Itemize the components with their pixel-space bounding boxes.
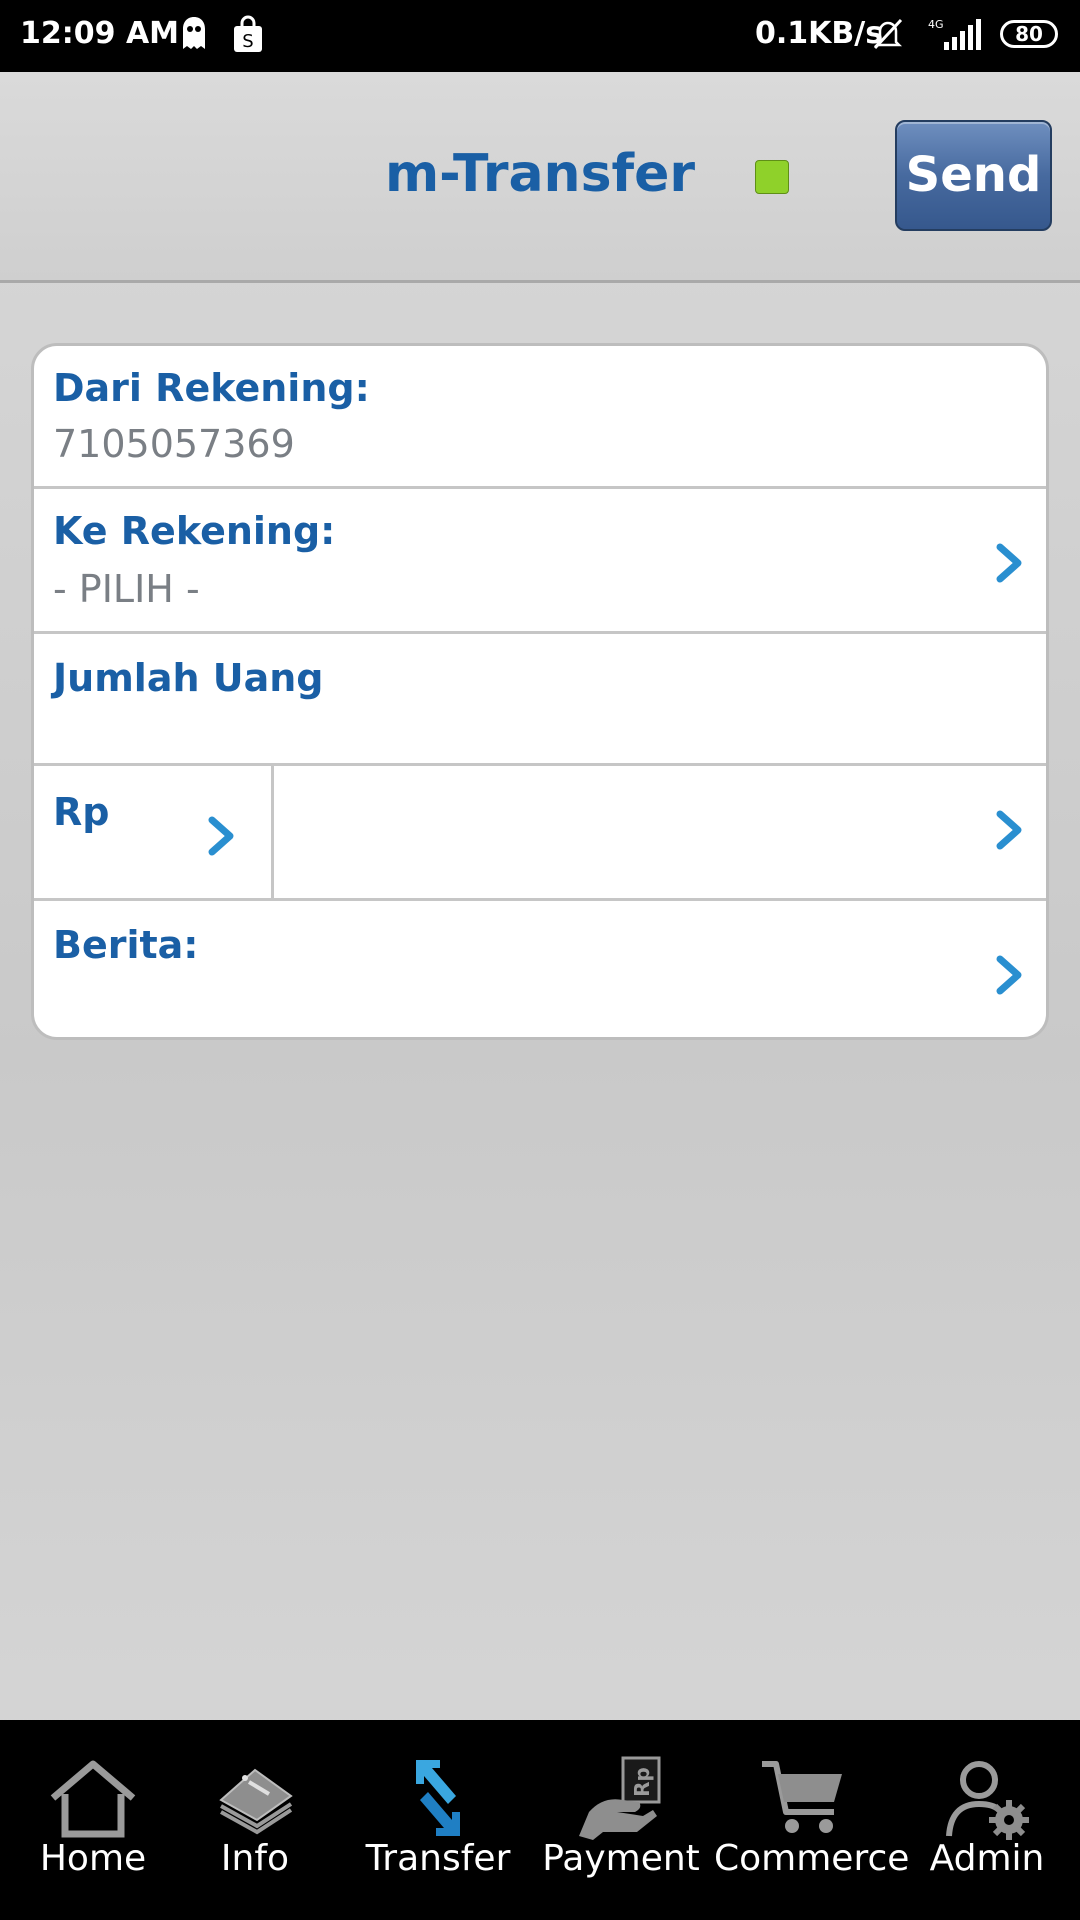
transfer-icon bbox=[416, 1760, 460, 1836]
send-button[interactable]: Send bbox=[895, 120, 1052, 231]
nav-transfer[interactable]: Transfer bbox=[348, 1720, 528, 1920]
svg-text:S: S bbox=[242, 31, 253, 52]
cart-icon bbox=[762, 1761, 842, 1833]
svg-text:4G: 4G bbox=[928, 18, 944, 31]
nav-commerce-label: Commerce bbox=[714, 1838, 910, 1879]
to-account-label: Ke Rekening: bbox=[53, 509, 336, 553]
nav-home-label: Home bbox=[39, 1838, 147, 1879]
nav-payment-label: Payment bbox=[542, 1838, 700, 1879]
to-account-row[interactable]: Ke Rekening: - PILIH - bbox=[34, 489, 1046, 634]
app-header: m-Transfer Send bbox=[0, 72, 1080, 283]
connection-status-indicator bbox=[755, 160, 789, 194]
chevron-right-icon bbox=[996, 543, 1022, 583]
currency-label: Rp bbox=[53, 790, 110, 834]
nav-home[interactable]: Home bbox=[3, 1720, 183, 1920]
nav-payment[interactable]: Rp Payment bbox=[531, 1720, 711, 1920]
nav-info[interactable]: Info bbox=[165, 1720, 345, 1920]
chevron-right-icon bbox=[996, 955, 1022, 995]
amount-header-row: Jumlah Uang bbox=[34, 634, 1046, 766]
message-label: Berita: bbox=[53, 923, 199, 967]
chevron-right-icon bbox=[996, 810, 1022, 850]
battery-level: 80 bbox=[1015, 22, 1043, 46]
from-account-row: Dari Rekening: 7105057369 bbox=[34, 346, 1046, 489]
status-time: 12:09 AM bbox=[20, 16, 180, 51]
nav-commerce[interactable]: Commerce bbox=[714, 1720, 910, 1920]
from-account-value: 7105057369 bbox=[53, 422, 295, 466]
amount-input[interactable] bbox=[274, 766, 1046, 898]
to-account-value: - PILIH - bbox=[53, 567, 200, 611]
amount-row: Rp bbox=[34, 766, 1046, 901]
info-icon bbox=[219, 1768, 293, 1835]
nav-info-label: Info bbox=[220, 1838, 290, 1879]
message-row[interactable]: Berita: bbox=[34, 901, 1046, 1037]
from-account-label: Dari Rekening: bbox=[53, 366, 370, 410]
admin-icon bbox=[946, 1761, 1029, 1840]
bottom-nav: Home Info Transfer Rp Payment Commerce A… bbox=[0, 1720, 1080, 1920]
shopping-bag-icon: S bbox=[234, 15, 262, 52]
svg-text:Rp: Rp bbox=[630, 1767, 654, 1797]
ghost-notification-icon bbox=[183, 17, 205, 49]
net-speed: 0.1KB/s bbox=[755, 16, 884, 51]
chevron-right-icon bbox=[208, 816, 234, 856]
nav-admin[interactable]: Admin bbox=[897, 1720, 1077, 1920]
amount-label: Jumlah Uang bbox=[53, 656, 324, 700]
transfer-form: Dari Rekening: 7105057369 Ke Rekening: -… bbox=[31, 343, 1049, 1040]
nav-transfer-label: Transfer bbox=[365, 1838, 511, 1879]
currency-selector[interactable]: Rp bbox=[34, 766, 271, 898]
payment-icon: Rp bbox=[579, 1756, 661, 1840]
battery-icon: 80 bbox=[1000, 20, 1058, 48]
home-icon bbox=[50, 1760, 136, 1838]
mute-icon bbox=[873, 18, 903, 50]
nav-admin-label: Admin bbox=[929, 1838, 1045, 1879]
signal-icon: 4G bbox=[928, 18, 981, 50]
status-bar: 12:09 AM S 0.1KB/s 4G 80 bbox=[0, 0, 1080, 72]
